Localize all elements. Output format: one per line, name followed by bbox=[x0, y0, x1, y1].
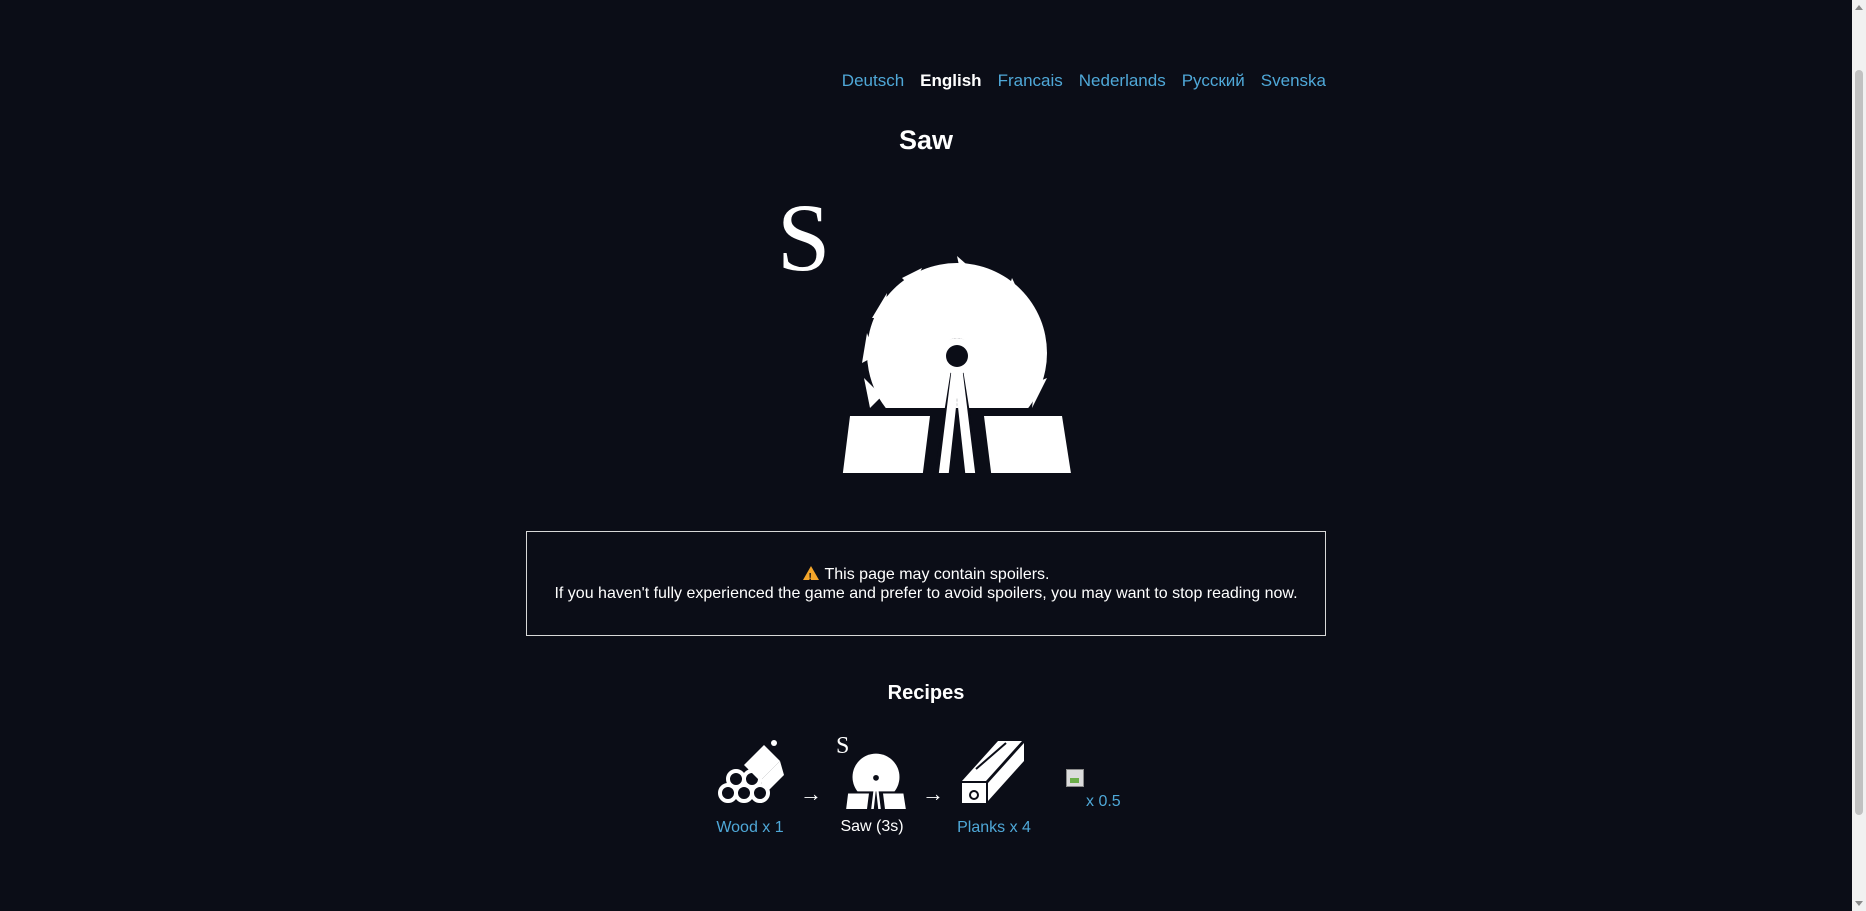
recipe-extra[interactable]: x 0.5 bbox=[1066, 769, 1126, 811]
warning-icon bbox=[802, 566, 819, 587]
scrollbar-thumb[interactable] bbox=[1855, 70, 1863, 815]
recipe-input-wood[interactable]: Wood x 1 bbox=[710, 735, 790, 837]
planks-link[interactable]: Planks x 4 bbox=[954, 819, 1034, 837]
spoiler-line-1: This page may contain spoilers. bbox=[824, 565, 1050, 583]
recipe-arrow-1: → bbox=[800, 781, 822, 806]
spoiler-line-2: If you haven't fully experienced the gam… bbox=[554, 584, 1298, 602]
recipe-arrow-2: → bbox=[922, 781, 944, 806]
recipe-output-planks[interactable]: Planks x 4 bbox=[954, 735, 1034, 837]
recipe-row: Wood x 1 → S Saw (3s) → Planks x 4 x 0.5 bbox=[526, 733, 1326, 855]
language-nav: Deutsch English Francais Nederlands Русс… bbox=[842, 71, 1326, 91]
recipes-heading: Recipes bbox=[887, 682, 965, 704]
extra-multiplier[interactable]: x 0.5 bbox=[1086, 793, 1121, 811]
recipe-station-saw: S Saw (3s) bbox=[832, 733, 912, 836]
hero-image: S bbox=[777, 190, 1077, 480]
saw-station-label: Saw (3s) bbox=[840, 818, 904, 835]
vertical-scrollbar[interactable] bbox=[1852, 0, 1866, 911]
planks-icon bbox=[962, 741, 1024, 803]
wood-link[interactable]: Wood x 1 bbox=[710, 819, 790, 837]
spoiler-warning-line: This page may contain spoilers. bbox=[802, 565, 1050, 587]
scroll-down-arrow-icon[interactable] bbox=[1855, 901, 1863, 906]
lang-link-francais[interactable]: Francais bbox=[998, 71, 1063, 91]
scroll-up-arrow-icon[interactable] bbox=[1855, 5, 1863, 10]
lang-link-nederlands[interactable]: Nederlands bbox=[1079, 71, 1166, 91]
lang-link-deutsch[interactable]: Deutsch bbox=[842, 71, 904, 91]
hero-letter: S bbox=[777, 184, 831, 291]
wood-icon bbox=[718, 740, 784, 803]
lang-link-svenska[interactable]: Svenska bbox=[1261, 71, 1326, 91]
lang-link-russian[interactable]: Русский bbox=[1182, 71, 1245, 91]
saw-icon bbox=[842, 256, 1072, 473]
spoiler-warning-box: This page may contain spoilers. If you h… bbox=[526, 531, 1326, 636]
saw-icon-small bbox=[846, 753, 906, 809]
page-title: Saw bbox=[898, 125, 954, 155]
broken-image-icon bbox=[1066, 769, 1084, 787]
lang-link-english[interactable]: English bbox=[920, 71, 981, 91]
